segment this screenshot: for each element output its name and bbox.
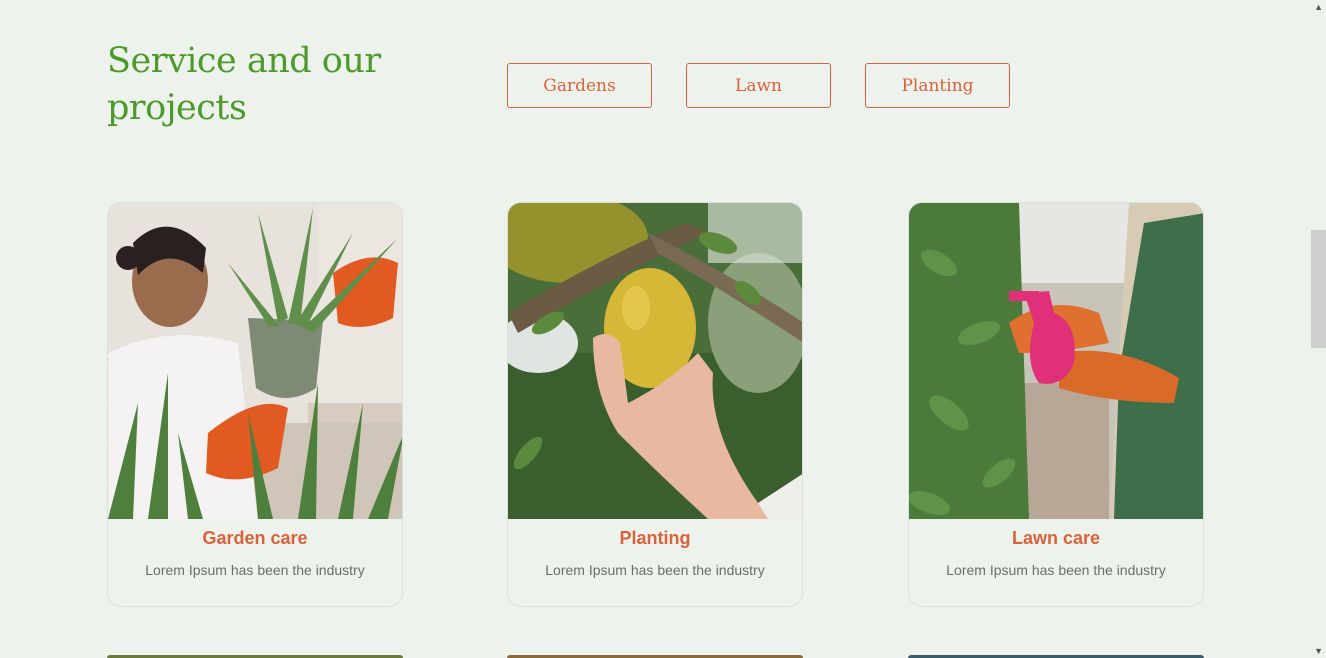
scrollbar-thumb[interactable] bbox=[1311, 230, 1326, 348]
card-description: Lorem Ipsum has been the industry bbox=[946, 562, 1166, 578]
filter-lawn-button[interactable]: Lawn bbox=[686, 63, 831, 108]
card-title: Planting bbox=[619, 528, 691, 548]
service-card-lawn-care[interactable]: Lawn care Lorem Ipsum has been the indus… bbox=[908, 202, 1204, 607]
chevron-down-icon[interactable]: ▼ bbox=[1314, 646, 1323, 656]
card-title: Garden care bbox=[202, 528, 308, 548]
chevron-up-icon[interactable]: ▲ bbox=[1314, 2, 1323, 12]
card-description: Lorem Ipsum has been the industry bbox=[545, 562, 765, 578]
filter-planting-button[interactable]: Planting bbox=[865, 63, 1010, 108]
page-scrollbar[interactable]: ▲ ▼ bbox=[1310, 0, 1326, 658]
card-title: Lawn care bbox=[1011, 528, 1101, 548]
service-card-garden-care[interactable]: Garden care Lorem Ipsum has been the ind… bbox=[107, 202, 403, 607]
filter-gardens-button[interactable]: Gardens bbox=[507, 63, 652, 108]
services-page: Service and our projects Gardens Lawn Pl… bbox=[0, 0, 1326, 658]
card-description: Lorem Ipsum has been the industry bbox=[145, 562, 365, 578]
garden-care-image bbox=[108, 203, 402, 519]
lawn-care-image bbox=[909, 203, 1203, 519]
service-card-planting[interactable]: Planting Lorem Ipsum has been the indust… bbox=[507, 202, 803, 607]
planting-image bbox=[508, 203, 802, 519]
section-title: Service and our projects bbox=[107, 41, 381, 128]
